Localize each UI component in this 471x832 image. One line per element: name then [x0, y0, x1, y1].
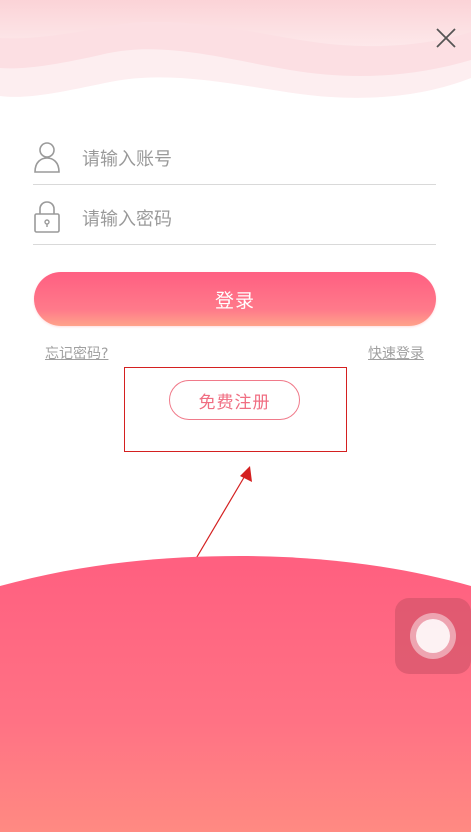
- assistive-touch-button[interactable]: [395, 598, 471, 674]
- account-field: [33, 132, 436, 185]
- top-wave-decoration: [0, 0, 471, 120]
- forgot-password-link[interactable]: 忘记密码?: [45, 343, 108, 363]
- password-field: [33, 192, 436, 245]
- login-button[interactable]: 登录: [34, 272, 436, 326]
- assistive-touch-core: [416, 619, 450, 653]
- close-icon: [436, 28, 456, 48]
- close-button[interactable]: [430, 22, 462, 54]
- bottom-wave-decoration: [0, 556, 471, 832]
- account-input[interactable]: [80, 142, 424, 176]
- password-input[interactable]: [80, 202, 424, 236]
- quick-login-link[interactable]: 快速登录: [368, 343, 424, 363]
- user-icon: [34, 142, 60, 173]
- lock-icon: [34, 201, 60, 233]
- register-button[interactable]: 免费注册: [169, 380, 300, 420]
